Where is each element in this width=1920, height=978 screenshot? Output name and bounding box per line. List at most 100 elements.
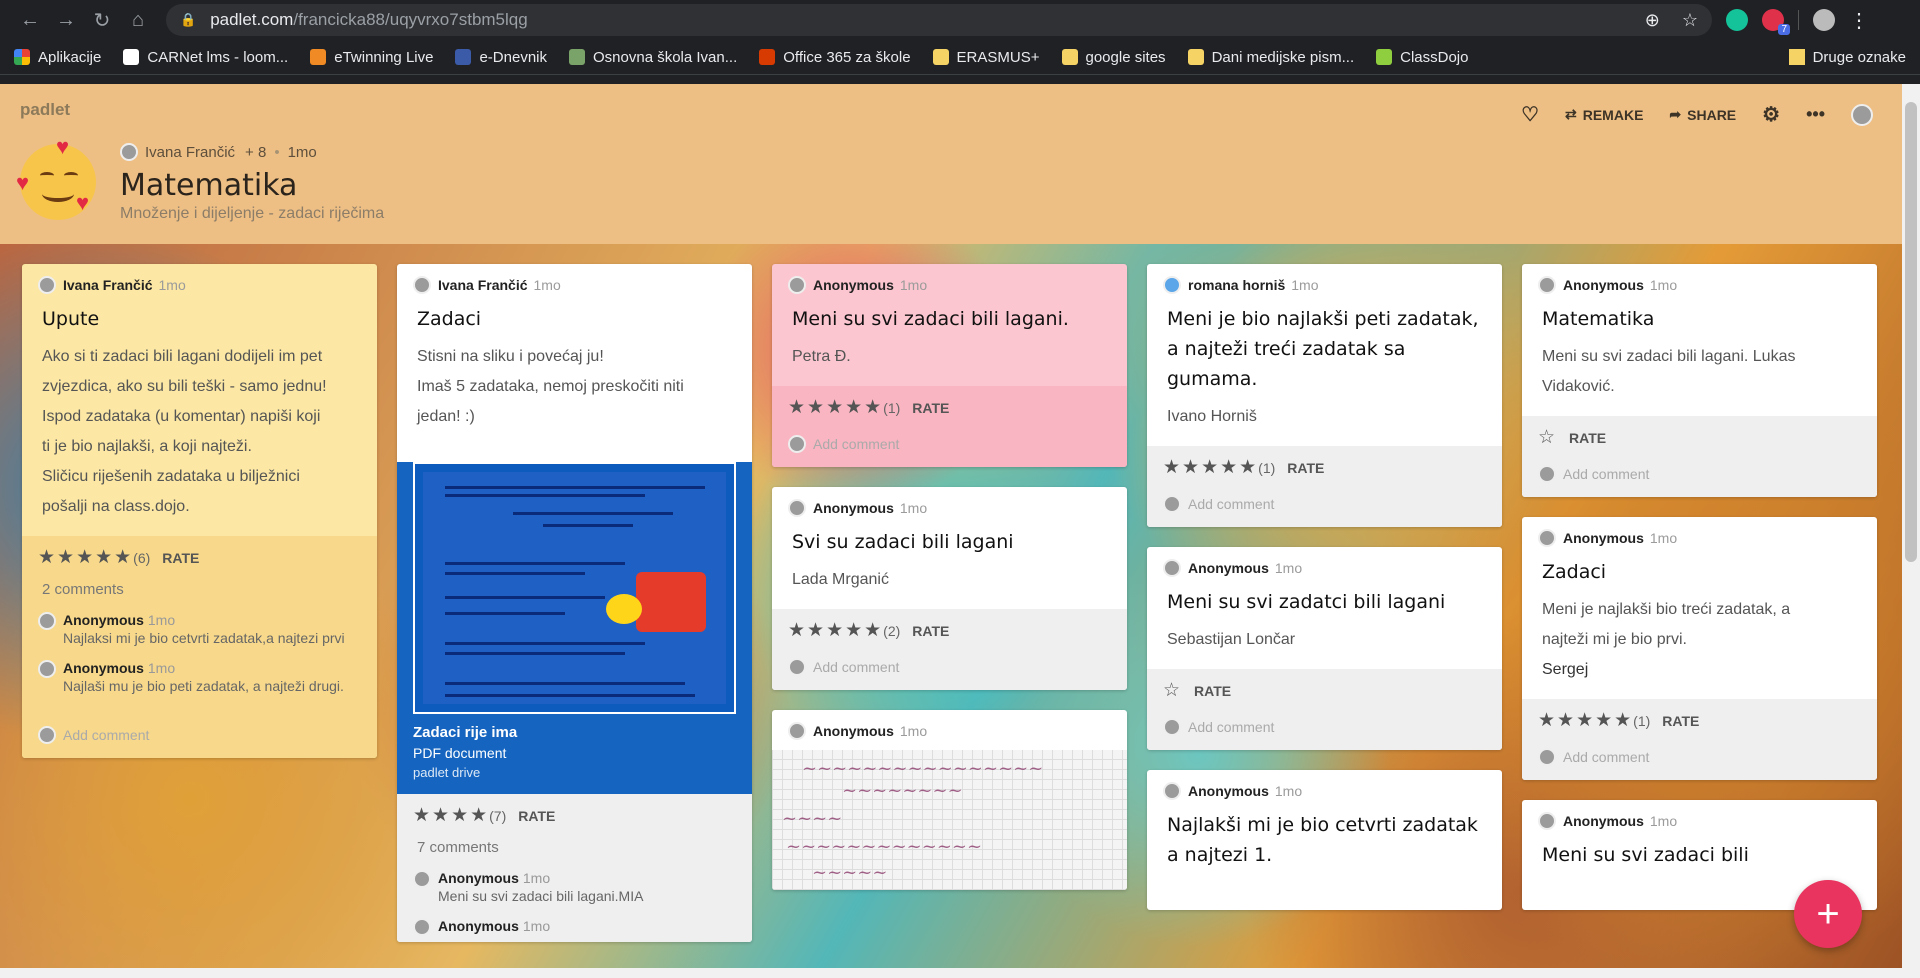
forward-icon[interactable]: → xyxy=(48,2,84,38)
rate-button[interactable]: RATE xyxy=(1662,713,1699,729)
add-comment-field[interactable]: Add comment xyxy=(1147,712,1502,750)
post-card[interactable]: Anonymous 1mo Matematika Meni su svi zada… xyxy=(1522,264,1877,497)
menu-icon[interactable]: ⋮ xyxy=(1849,8,1869,33)
rating-row[interactable]: ★★★★★ (1) RATE xyxy=(772,386,1127,429)
rate-button[interactable]: RATE xyxy=(1194,683,1231,699)
rating-row[interactable]: ★★★★★ (6) RATE xyxy=(22,536,377,579)
profile-avatar[interactable] xyxy=(1813,9,1835,31)
comments-count[interactable]: 7 comments xyxy=(397,837,752,864)
star-rating[interactable]: ☆ xyxy=(1538,426,1557,449)
heart-icon[interactable]: ♡ xyxy=(1521,102,1539,127)
more-icon[interactable]: ••• xyxy=(1806,104,1825,125)
address-bar[interactable]: 🔒 padlet.com/francicka88/uqyvrxo7stbm5lq… xyxy=(166,4,1712,36)
bookmark-item[interactable]: Dani medijske pism... xyxy=(1187,49,1354,66)
post-card[interactable]: Anonymous 1mo Svi su zadaci bili lagani L… xyxy=(772,487,1127,690)
add-comment-field[interactable]: Add comment xyxy=(1522,742,1877,780)
comment: Anonymous 1mo xyxy=(397,912,752,942)
padlet-logo[interactable]: padlet xyxy=(20,100,70,120)
add-comment-field[interactable]: Add comment xyxy=(772,429,1127,467)
bookmark-item[interactable]: Aplikacije xyxy=(14,49,101,66)
bookmark-item[interactable]: CARNet lms - loom... xyxy=(123,49,288,66)
post-author: Anonymous xyxy=(813,723,894,739)
bookmark-item[interactable]: ERASMUS+ xyxy=(932,49,1040,66)
carnet-icon xyxy=(123,49,140,65)
post-card[interactable]: Anonymous 1mo Meni su svi zadatci bili la… xyxy=(1147,547,1502,750)
star-rating[interactable]: ★★★★★ xyxy=(788,396,883,419)
bookmark-item[interactable]: ClassDojo xyxy=(1376,49,1468,66)
separator-dot: • xyxy=(274,143,280,161)
post-author: Ivana Frančić xyxy=(438,277,528,293)
rate-button[interactable]: RATE xyxy=(518,808,555,824)
star-rating[interactable]: ☆ xyxy=(1163,679,1182,702)
remake-icon: ⇄ xyxy=(1565,106,1577,122)
grammarly-icon[interactable] xyxy=(1726,9,1748,31)
add-post-button[interactable]: + xyxy=(1794,880,1862,948)
star-rating[interactable]: ★★★★★ xyxy=(38,546,133,569)
vertical-scrollbar[interactable] xyxy=(1902,84,1920,978)
rate-button[interactable]: RATE xyxy=(912,623,949,639)
reload-icon[interactable]: ↻ xyxy=(84,2,120,38)
post-card[interactable]: Anonymous 1mo Zadaci Meni je najlakši bio… xyxy=(1522,517,1877,780)
bookmark-item[interactable]: Office 365 za škole xyxy=(759,49,911,66)
avatar xyxy=(788,276,806,294)
rate-button[interactable]: RATE xyxy=(162,550,199,566)
share-button[interactable]: ➦ SHARE xyxy=(1669,106,1736,123)
url-domain: padlet.com xyxy=(210,10,294,29)
avatar xyxy=(788,722,806,740)
other-bookmarks[interactable]: Druge oznake xyxy=(1788,49,1906,66)
post-card[interactable]: romana horniš 1mo Meni je bio najlakši pe… xyxy=(1147,264,1502,527)
shield-icon xyxy=(569,49,585,65)
add-comment-field[interactable]: Add comment xyxy=(22,702,377,758)
share-icon: ➦ xyxy=(1669,106,1682,122)
star-rating[interactable]: ★★★★ xyxy=(413,804,489,827)
bookmark-item[interactable]: eTwinning Live xyxy=(310,49,433,66)
collaborators-count[interactable]: + 8 xyxy=(245,144,266,161)
remake-button[interactable]: ⇄ REMAKE xyxy=(1565,106,1643,123)
folder-icon xyxy=(932,49,949,65)
star-rating[interactable]: ★★★★★ xyxy=(788,619,883,642)
scrollbar-thumb[interactable] xyxy=(1905,102,1917,562)
horizontal-scrollbar[interactable] xyxy=(0,968,1902,978)
post-author: Anonymous xyxy=(1563,530,1644,546)
office-icon xyxy=(759,49,776,65)
back-icon[interactable]: ← xyxy=(12,2,48,38)
add-comment-field[interactable]: Add comment xyxy=(1147,489,1502,527)
rating-row[interactable]: ★★★★★ (1) RATE xyxy=(1147,446,1502,489)
add-icon[interactable]: ⊕ xyxy=(1645,10,1660,31)
comments-count[interactable]: 2 comments xyxy=(22,579,377,606)
folder-icon xyxy=(1187,49,1204,65)
star-rating[interactable]: ★★★★★ xyxy=(1538,709,1633,732)
post-title: Meni je bio najlakši peti zadatak, a naj… xyxy=(1167,308,1479,390)
post-card[interactable]: Anonymous 1mo Najlakši mi je bio cetvrti … xyxy=(1147,770,1502,910)
post-card[interactable]: Anonymous 1mo Meni su svi zadaci bili lag… xyxy=(772,264,1127,467)
bookmark-item[interactable]: e-Dnevnik xyxy=(455,49,547,66)
padlet-title: Matematika xyxy=(120,168,298,203)
add-comment-field[interactable]: Add comment xyxy=(772,652,1127,690)
post-card[interactable]: Anonymous 1mo ~~~~~~~~~~~~~~~~ ~~~~~~~~ ~… xyxy=(772,710,1127,890)
rate-button[interactable]: RATE xyxy=(1287,460,1324,476)
post-card[interactable]: Ivana Frančić 1mo Upute Ako si ti zadaci … xyxy=(22,264,377,758)
rate-button[interactable]: RATE xyxy=(1569,430,1606,446)
avatar xyxy=(788,658,806,676)
notebook-photo[interactable]: ~~~~~~~~~~~~~~~~ ~~~~~~~~ ~~~~ ~~~~~~~~~… xyxy=(772,750,1127,890)
rating-row[interactable]: ★★★★ (7) RATE xyxy=(397,794,752,837)
home-icon[interactable]: ⌂ xyxy=(120,2,156,38)
bookmark-item[interactable]: Osnovna škola Ivan... xyxy=(569,49,737,66)
add-comment-field[interactable]: Add comment xyxy=(1522,459,1877,497)
star-rating[interactable]: ★★★★★ xyxy=(1163,456,1258,479)
bookmark-item[interactable]: google sites xyxy=(1061,49,1166,66)
post-card[interactable]: Ivana Frančić 1mo Zadaci Stisni na sliku … xyxy=(397,264,752,942)
rating-row[interactable]: ★★★★★ (1) RATE xyxy=(1522,699,1877,742)
pdf-attachment[interactable]: Zadaci rije ima PDF document padlet driv… xyxy=(397,462,752,794)
extension-icon[interactable]: 7 xyxy=(1762,9,1790,35)
rating-row[interactable]: ☆ RATE xyxy=(1147,669,1502,712)
pdf-thumbnail[interactable] xyxy=(413,462,736,714)
rating-row[interactable]: ☆ RATE xyxy=(1522,416,1877,459)
author-name[interactable]: Ivana Frančić xyxy=(145,144,235,161)
rating-row[interactable]: ★★★★★ (2) RATE xyxy=(772,609,1127,652)
gear-icon[interactable]: ⚙ xyxy=(1762,102,1780,127)
user-avatar[interactable] xyxy=(1851,103,1873,126)
rate-button[interactable]: RATE xyxy=(912,400,949,416)
bookmark-star-icon[interactable]: ☆ xyxy=(1682,10,1698,31)
post-author: Ivana Frančić xyxy=(63,277,153,293)
